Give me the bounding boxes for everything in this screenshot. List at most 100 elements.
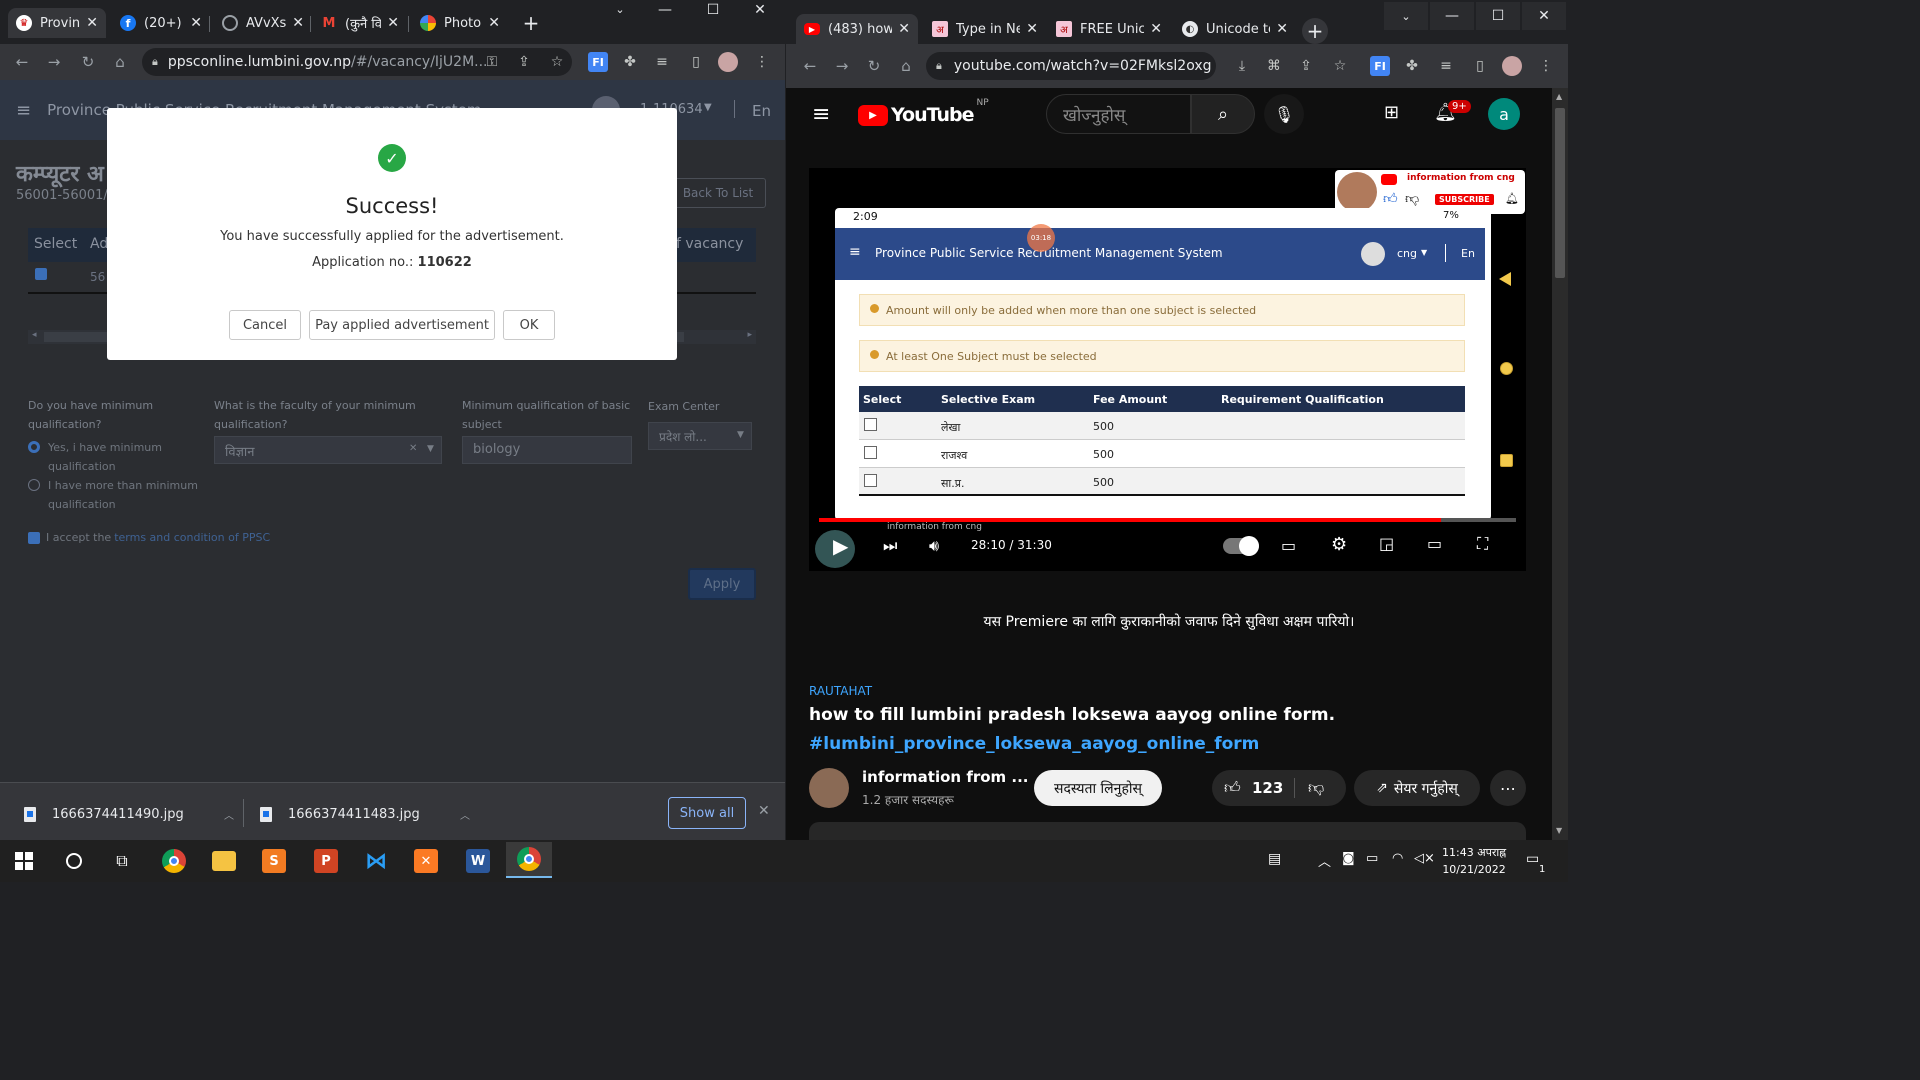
maximize-icon[interactable]: ☐ [693,0,733,20]
minimize-icon[interactable]: — [1430,2,1474,30]
maximize-icon[interactable]: ☐ [1476,2,1520,30]
profile-avatar[interactable] [718,52,738,72]
radio-more[interactable]: I have more than minimum qualification [28,476,198,514]
profile-avatar[interactable] [1502,56,1522,76]
menu-icon[interactable]: ⋮ [1536,56,1556,76]
address-bar[interactable]: 🔒︎ ppsconline.lumbini.gov.np/#/vacancy/I… [142,48,572,76]
tab-gmail[interactable]: M (कुनै वि ✕ [313,8,407,38]
menu-icon[interactable]: ⋮ [752,52,772,72]
close-tab-icon[interactable]: ✕ [1150,21,1162,37]
close-tab-icon[interactable]: ✕ [86,15,98,31]
tab-avvxs[interactable]: AVvXs ✕ [214,8,312,38]
close-downloads-icon[interactable]: ✕ [758,803,770,819]
share-button[interactable]: ⇗ सेयर गर्नुहोस् [1354,770,1480,806]
search-icon[interactable]: ⌕ [1191,94,1255,134]
close-tab-icon[interactable]: ✕ [898,21,910,37]
camera-icon[interactable]: ◙ [1342,851,1355,866]
page-scrollbar[interactable]: ▲ ▼ [1552,88,1568,840]
chevron-up-icon[interactable]: ︿ [224,807,234,822]
create-video-icon[interactable]: ⊞ [1384,102,1399,123]
clock[interactable]: 11:43 अपराह्न 10/21/2022 [1442,844,1506,878]
hashtag-title-link[interactable]: #lumbini_province_loksewa_aayog_online_f… [809,734,1259,754]
volume-icon[interactable]: 🔊︎ [929,536,939,556]
ok-button[interactable]: OK [503,310,555,340]
reload-icon[interactable]: ↻ [862,54,886,78]
close-tab-icon[interactable]: ✕ [1026,21,1038,37]
tab-free-unicode[interactable]: अ FREE Unico ✕ [1048,14,1170,44]
close-window-icon[interactable]: ✕ [1522,2,1566,30]
next-icon[interactable]: ⏭︎ [883,536,897,556]
media-icon[interactable]: ≡ [1436,56,1456,76]
home-icon[interactable]: ⌂ [894,54,918,78]
tab-search-icon[interactable]: ⌄ [1384,2,1428,30]
close-tab-icon[interactable]: ✕ [488,15,500,31]
tab-type-in-nepali[interactable]: अ Type in Ne ✕ [924,14,1046,44]
battery-icon[interactable]: ▭ [1366,851,1378,866]
extension-fi-icon[interactable]: FI [588,52,608,72]
news-icon[interactable]: ▤ [1268,851,1281,867]
extension-fi-icon[interactable]: FI [1370,56,1390,76]
cancel-button[interactable]: Cancel [229,310,301,340]
close-tab-icon[interactable]: ✕ [190,15,202,31]
guide-menu-icon[interactable]: ≡ [812,102,830,127]
task-view-icon[interactable]: ⧉ [106,846,138,876]
minimize-icon[interactable]: — [645,0,685,20]
forward-icon[interactable]: → [830,54,854,78]
notification-center-icon[interactable]: ▭ [1526,851,1539,867]
exam-center-select[interactable]: प्रदेश लो... ▼ [648,422,752,450]
account-avatar[interactable]: a [1488,98,1520,130]
subscribe-button[interactable]: सदस्यता लिनुहोस् [1034,770,1162,806]
close-window-icon[interactable]: ✕ [740,0,780,20]
install-icon[interactable]: ⤓ [1232,56,1252,76]
row-checkbox[interactable] [35,268,47,280]
chrome-icon[interactable] [158,846,190,876]
powerpoint-icon[interactable]: P [310,846,342,876]
chrome-active-icon[interactable] [506,842,552,878]
tab-search-icon[interactable]: ⌄ [600,0,640,18]
chevron-down-icon[interactable]: ▼ [704,102,712,113]
sidepanel-icon[interactable]: ▯ [686,52,706,72]
hashtag-link[interactable]: RAUTAHAT [809,684,872,698]
hamburger-icon[interactable]: ≡ [16,100,31,121]
terms-checkbox-row[interactable]: I accept the terms and condition of PPSC [28,531,270,544]
miniplayer-icon[interactable]: ◲ [1379,534,1394,553]
wifi-icon[interactable]: ◠ [1392,851,1403,866]
basic-subject-input[interactable]: biology [462,436,632,464]
chevron-up-icon[interactable]: ︿ [1318,851,1331,870]
thumbs-down-icon[interactable]: 👎︎ [1308,778,1324,798]
chevron-up-icon[interactable]: ︿ [460,807,470,822]
share-icon[interactable]: ⇪ [514,52,534,72]
puzzle-icon[interactable]: ✤ [620,52,640,72]
show-all-button[interactable]: Show all [668,797,746,829]
autoplay-toggle[interactable] [1223,536,1259,556]
captions-icon[interactable]: ▭ [1281,536,1296,555]
key-icon[interactable]: ⚿ [482,52,502,72]
xampp-icon[interactable]: ✕ [410,846,442,876]
microphone-icon[interactable]: 🎙︎ [1264,94,1304,134]
theater-icon[interactable]: ▭ [1427,534,1442,553]
star-icon[interactable]: ☆ [1330,56,1350,76]
channel-name[interactable]: information from ... [862,768,1029,786]
fullscreen-icon[interactable]: ⛶ [1477,534,1488,554]
close-tab-icon[interactable]: ✕ [387,15,399,31]
channel-avatar[interactable] [809,768,849,808]
play-icon[interactable]: ▶ [833,534,848,558]
sublime-icon[interactable]: S [258,846,290,876]
puzzle-icon[interactable]: ✤ [1402,56,1422,76]
search-icon[interactable] [58,846,90,876]
download-item[interactable]: 1666374411490.jpg ︿ [24,801,234,827]
terms-checkbox[interactable] [28,531,40,544]
back-to-list-button[interactable]: Back To List [670,178,766,208]
translate-icon[interactable]: ⌘ [1264,56,1284,76]
new-tab-icon[interactable]: + [1302,18,1328,44]
word-icon[interactable]: W [462,846,494,876]
tab-ppsc[interactable]: ♛ Provin ✕ [8,8,106,38]
tab-unicode-to[interactable]: ◐ Unicode to ✕ [1174,14,1296,44]
apply-button[interactable]: Apply [688,568,756,600]
sidepanel-icon[interactable]: ▯ [1470,56,1490,76]
more-actions-icon[interactable]: ⋯ [1490,770,1526,806]
file-explorer-icon[interactable] [208,846,240,876]
tab-photos[interactable]: Photo ✕ [412,8,508,38]
home-icon[interactable]: ⌂ [108,50,132,74]
new-tab-icon[interactable]: + [520,11,542,35]
